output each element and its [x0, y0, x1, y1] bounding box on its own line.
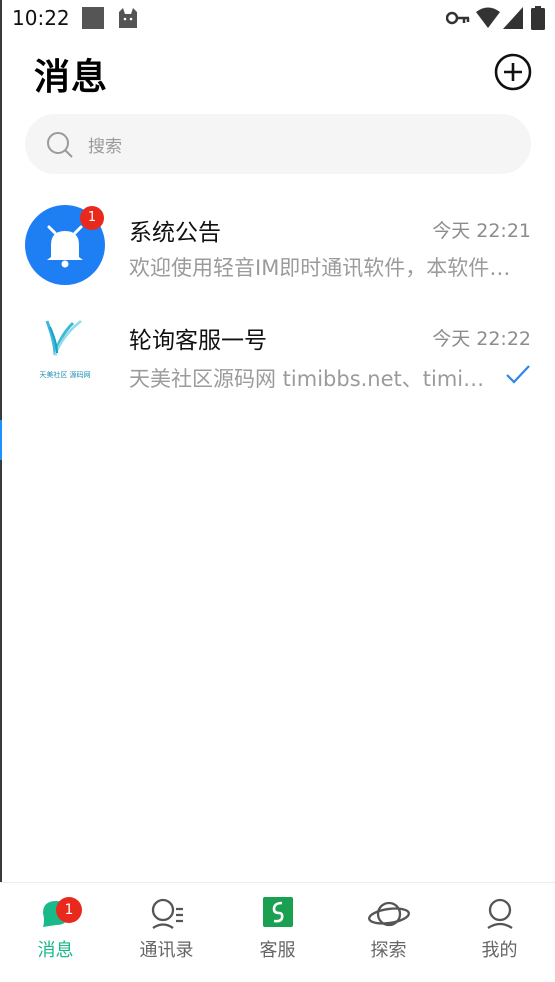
notification-square-icon: [82, 7, 104, 29]
key-icon: [446, 11, 470, 25]
conversation-preview: 天美社区源码网 timibbs.net、timibbs.com: [129, 367, 491, 391]
search-icon: [47, 132, 73, 158]
signal-icon: [503, 7, 523, 29]
bottom-tab-bar: 1 消息 通讯录 客服 探索 我的: [0, 882, 555, 982]
search-placeholder: 搜索: [88, 137, 122, 157]
conversation-time: 今天 22:21: [432, 220, 531, 242]
tab-explore[interactable]: 探索: [333, 883, 444, 982]
brand-logo-icon: 天美社区 源码网: [39, 320, 91, 379]
read-check-icon: [506, 365, 530, 384]
tab-label: 通讯录: [139, 940, 194, 961]
conversation-time: 今天 22:22: [432, 328, 531, 350]
status-time: 10:22: [12, 6, 70, 30]
conversation-name: 系统公告: [129, 220, 221, 246]
window-edge-accent: [0, 420, 2, 460]
contacts-icon: [151, 898, 183, 929]
window-edge: [0, 0, 2, 981]
unread-badge: 1: [80, 206, 104, 230]
tab-profile[interactable]: 我的: [444, 883, 555, 982]
avatar: 天美社区 源码网: [25, 313, 105, 393]
tab-label: 客服: [259, 940, 296, 961]
tab-contacts[interactable]: 通讯录: [111, 883, 222, 982]
battery-icon: [531, 6, 545, 30]
conversation-preview: 欢迎使用轻音IM即时通讯软件，本软件仅供学习交流使用: [129, 256, 521, 280]
tab-label: 消息: [37, 940, 74, 961]
conversation-item-support[interactable]: 天美社区 源码网 轮询客服一号 今天 22:22 天美社区源码网 timibbs…: [0, 313, 555, 419]
conversation-name: 轮询客服一号: [129, 328, 267, 354]
status-bar: 10:22: [0, 0, 555, 36]
tab-label: 我的: [481, 940, 518, 961]
tab-messages[interactable]: 1 消息: [0, 883, 111, 982]
wifi-icon: [476, 7, 500, 28]
page-title: 消息: [34, 57, 109, 98]
tab-customer-service[interactable]: 客服: [222, 883, 333, 982]
tab-badge: 1: [56, 897, 82, 923]
add-button[interactable]: [494, 53, 532, 91]
profile-icon: [487, 898, 513, 929]
cat-icon: [119, 8, 137, 28]
service-logo-icon: [263, 897, 293, 927]
avatar-text: 天美社区 源码网: [39, 370, 90, 379]
planet-icon: [368, 901, 410, 927]
tab-label: 探索: [370, 940, 407, 961]
conversation-item-system-notice[interactable]: 1 系统公告 今天 22:21 欢迎使用轻音IM即时通讯软件，本软件仅供学习交流…: [0, 205, 555, 311]
